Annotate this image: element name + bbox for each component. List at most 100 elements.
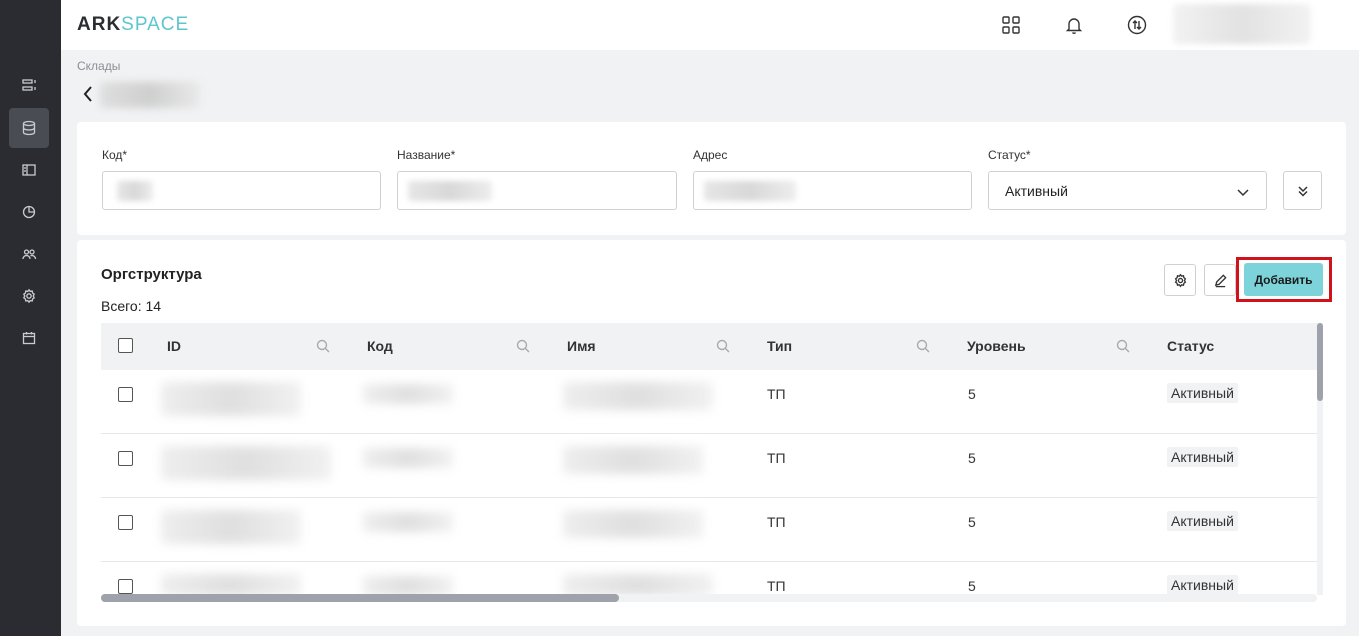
row-code <box>363 384 453 404</box>
select-all-checkbox[interactable] <box>118 338 133 353</box>
name-label: Название* <box>397 148 456 162</box>
status-label: Статус* <box>988 148 1031 162</box>
row-code <box>363 576 453 596</box>
row-name <box>563 510 703 538</box>
row-name <box>563 446 703 474</box>
table-settings-button[interactable] <box>1164 264 1196 296</box>
sidebar-item-database[interactable] <box>9 108 49 148</box>
edit-button[interactable] <box>1204 264 1236 296</box>
column-header-type[interactable]: Тип <box>767 338 792 354</box>
horizontal-scroll-thumb[interactable] <box>101 594 619 602</box>
row-code <box>363 512 453 532</box>
database-icon <box>22 120 36 136</box>
column-header-id[interactable]: ID <box>167 338 181 354</box>
table-row[interactable]: ТП 5 Активный <box>101 370 1317 434</box>
total-count: Всего: 14 <box>101 298 162 314</box>
bell-icon <box>1065 18 1083 34</box>
search-icon[interactable] <box>716 339 730 353</box>
sidebar-item-settings[interactable] <box>9 276 49 316</box>
row-checkbox[interactable] <box>118 515 133 530</box>
row-type: ТП <box>767 514 786 530</box>
horizontal-scrollbar[interactable] <box>101 594 1317 602</box>
status-select[interactable]: Активный <box>988 171 1267 210</box>
address-field[interactable] <box>693 171 972 210</box>
row-id <box>161 446 331 480</box>
users-icon <box>22 249 37 260</box>
back-button[interactable] <box>82 84 96 104</box>
column-header-status[interactable]: Статус <box>1167 338 1214 354</box>
sidebar-item-chart[interactable] <box>9 192 49 232</box>
search-icon[interactable] <box>316 339 330 353</box>
notifications-button[interactable] <box>1062 13 1086 37</box>
expand-form-button[interactable] <box>1283 171 1322 210</box>
column-header-code[interactable]: Код <box>367 338 393 354</box>
apps-button[interactable] <box>999 13 1023 37</box>
search-icon[interactable] <box>516 339 530 353</box>
search-icon[interactable] <box>1116 339 1130 353</box>
table-row[interactable]: ТП 5 Активный <box>101 434 1317 498</box>
status-badge: Активный <box>1167 511 1238 531</box>
gear-icon <box>1174 273 1186 287</box>
table-header: ID Код Имя Тип Уровень Статус <box>101 323 1317 370</box>
sidebar-item-users[interactable] <box>9 234 49 274</box>
org-structure-card: Оргструктура Всего: 14 Добавить ID Код И… <box>77 240 1346 626</box>
status-badge: Активный <box>1167 575 1238 595</box>
status-badge: Активный <box>1167 447 1238 467</box>
sidebar <box>0 0 61 636</box>
address-value <box>704 181 796 201</box>
row-level: 5 <box>968 386 976 402</box>
table-row[interactable]: ТП 5 Активный <box>101 498 1317 562</box>
section-title: Оргструктура <box>101 266 202 283</box>
table-row[interactable]: ТП 5 Активный <box>101 562 1317 596</box>
name-field[interactable] <box>397 171 677 210</box>
pencil-icon <box>1214 273 1227 287</box>
chevron-down-icon <box>1236 185 1250 199</box>
add-button[interactable]: Добавить <box>1244 263 1323 296</box>
address-label: Адрес <box>693 148 728 162</box>
double-chevron-down-icon <box>1297 185 1308 197</box>
apps-grid-icon <box>1002 16 1020 34</box>
code-value <box>117 181 153 201</box>
code-label: Код* <box>102 148 128 162</box>
status-select-value: Активный <box>1005 183 1068 199</box>
vertical-scroll-thumb[interactable] <box>1317 323 1323 401</box>
sync-icon <box>1127 15 1147 35</box>
column-header-level[interactable]: Уровень <box>967 338 1026 354</box>
row-type: ТП <box>767 386 786 402</box>
sidebar-item-list[interactable] <box>9 65 49 105</box>
calendar-icon <box>22 332 36 345</box>
breadcrumb[interactable]: Склады <box>77 59 120 73</box>
vertical-scrollbar[interactable] <box>1317 323 1323 595</box>
app-logo[interactable]: ARKSPACE <box>77 14 189 36</box>
sidebar-item-calendar[interactable] <box>9 318 49 358</box>
row-code <box>363 448 453 468</box>
column-header-name[interactable]: Имя <box>567 338 596 354</box>
row-name <box>563 382 713 410</box>
row-id <box>161 510 301 544</box>
row-type: ТП <box>767 450 786 466</box>
row-level: 5 <box>968 450 976 466</box>
page-title <box>100 82 200 108</box>
status-badge: Активный <box>1167 383 1238 403</box>
row-name <box>563 574 713 596</box>
chart-pie-icon <box>22 205 36 219</box>
name-value <box>408 181 492 201</box>
row-level: 5 <box>968 514 976 530</box>
code-field[interactable] <box>102 171 381 210</box>
warehouse-form: Код* Название* Адрес Статус* Активный <box>77 122 1346 235</box>
list-icon <box>22 79 36 91</box>
settings-icon <box>22 288 36 304</box>
sync-button[interactable] <box>1125 13 1149 37</box>
row-checkbox[interactable] <box>118 387 133 402</box>
logo-space: SPACE <box>121 14 190 35</box>
row-id <box>161 574 301 596</box>
search-icon[interactable] <box>916 339 930 353</box>
row-id <box>161 382 301 416</box>
layout-icon <box>22 164 36 176</box>
sidebar-item-layout[interactable] <box>9 150 49 190</box>
row-level: 5 <box>968 578 976 594</box>
user-profile[interactable] <box>1173 4 1311 44</box>
top-header: ARKSPACE <box>61 0 1359 50</box>
row-checkbox[interactable] <box>118 579 133 594</box>
row-checkbox[interactable] <box>118 451 133 466</box>
